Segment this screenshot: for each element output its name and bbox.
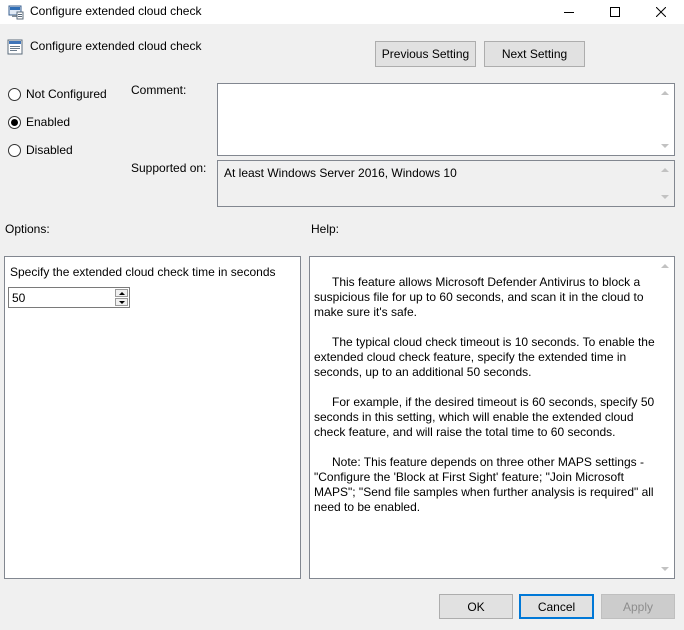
extended-time-stepper[interactable]: 50 <box>8 287 130 308</box>
scroll-down-icon[interactable] <box>661 567 669 571</box>
title-bar: Configure extended cloud check <box>0 0 684 24</box>
stepper-buttons <box>115 289 128 306</box>
maximize-button[interactable] <box>592 0 638 24</box>
scroll-down-icon[interactable] <box>661 195 669 199</box>
scroll-down-icon[interactable] <box>661 144 669 148</box>
window-title: Configure extended cloud check <box>30 4 202 18</box>
next-setting-button[interactable]: Next Setting <box>484 41 585 67</box>
chevron-up-icon <box>119 292 125 295</box>
supported-on-label: Supported on: <box>131 161 207 175</box>
comment-textarea[interactable] <box>217 83 675 156</box>
radio-not-configured[interactable]: Not Configured <box>8 87 107 101</box>
help-paragraph: For example, if the desired timeout is 6… <box>314 395 655 439</box>
maximize-icon <box>610 7 620 17</box>
help-text: This feature allows Microsoft Defender A… <box>314 275 656 530</box>
help-paragraph: Note: This feature depends on three othe… <box>314 455 654 514</box>
radio-enabled[interactable]: Enabled <box>8 115 70 129</box>
radio-label: Disabled <box>26 143 73 157</box>
help-paragraph: This feature allows Microsoft Defender A… <box>314 275 644 319</box>
radio-disabled[interactable]: Disabled <box>8 143 73 157</box>
supported-scrollbar[interactable] <box>657 161 674 206</box>
help-label: Help: <box>311 222 340 236</box>
extended-time-label: Specify the extended cloud check time in… <box>10 265 276 279</box>
stepper-down-button[interactable] <box>115 298 128 306</box>
comment-scrollbar[interactable] <box>657 84 674 155</box>
scroll-up-icon[interactable] <box>661 91 669 95</box>
scroll-up-icon[interactable] <box>661 168 669 172</box>
help-panel: This feature allows Microsoft Defender A… <box>309 256 675 579</box>
scroll-up-icon[interactable] <box>661 264 669 268</box>
apply-button[interactable]: Apply <box>601 594 675 619</box>
previous-setting-button[interactable]: Previous Setting <box>375 41 476 67</box>
cancel-button[interactable]: Cancel <box>519 594 594 619</box>
supported-on-value: At least Windows Server 2016, Windows 10 <box>224 166 457 180</box>
policy-setting-icon <box>7 39 23 55</box>
supported-on-box: At least Windows Server 2016, Windows 10 <box>217 160 675 207</box>
policy-title: Configure extended cloud check <box>30 39 202 53</box>
minimize-icon <box>564 12 574 13</box>
radio-label: Not Configured <box>26 87 107 101</box>
radio-circle[interactable] <box>8 143 21 157</box>
ok-button[interactable]: OK <box>439 594 513 619</box>
options-label: Options: <box>5 222 50 236</box>
stepper-up-button[interactable] <box>115 289 128 297</box>
close-icon <box>656 7 666 17</box>
options-panel: Specify the extended cloud check time in… <box>4 256 301 579</box>
help-paragraph: The typical cloud check timeout is 10 se… <box>314 335 655 379</box>
radio-circle[interactable] <box>8 115 21 129</box>
radio-label: Enabled <box>26 115 71 129</box>
radio-circle[interactable] <box>8 87 21 101</box>
policy-editor-icon <box>8 5 24 20</box>
extended-time-value[interactable]: 50 <box>12 291 25 305</box>
close-button[interactable] <box>638 0 684 24</box>
chevron-down-icon <box>119 301 125 304</box>
help-scrollbar[interactable] <box>657 257 674 578</box>
comment-label: Comment: <box>131 83 187 97</box>
minimize-button[interactable] <box>546 0 592 24</box>
